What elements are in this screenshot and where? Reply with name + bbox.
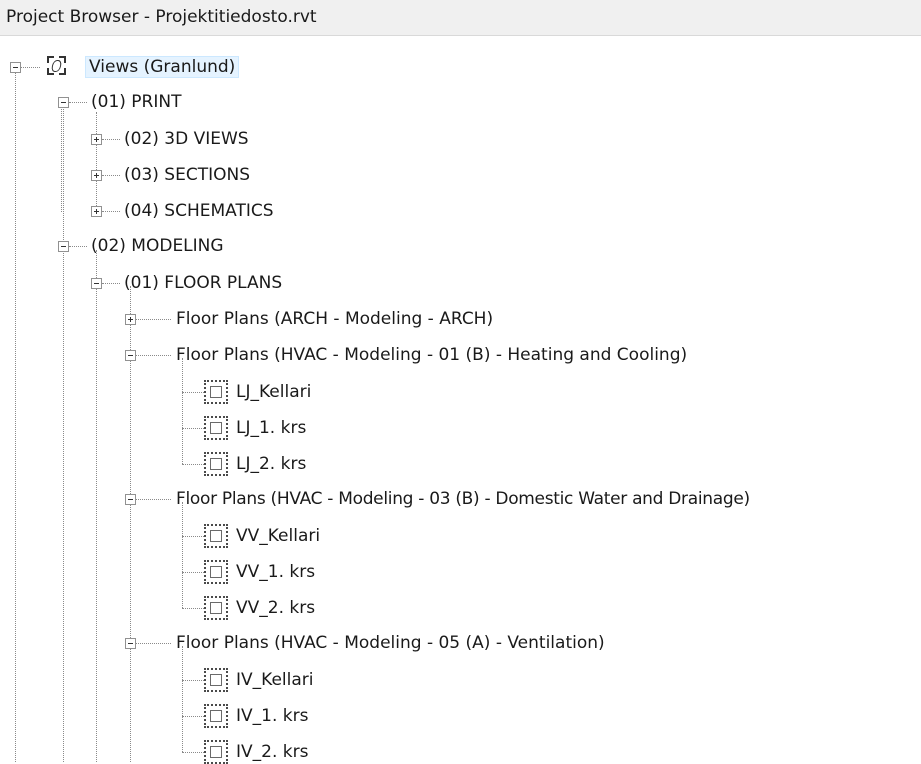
tree-node-label: Views (Granlund) (84, 56, 240, 78)
floor-plan-icon (204, 596, 228, 620)
tree-node-label: Floor Plans (HVAC - Modeling - 03 (B) - … (176, 489, 750, 509)
floor-plan-icon (204, 524, 228, 548)
tree-node-water-drainage-plans[interactable]: Floor Plans (HVAC - Modeling - 03 (B) - … (176, 489, 750, 509)
tree-node-label: Floor Plans (HVAC - Modeling - 05 (A) - … (176, 633, 605, 653)
view-label: LJ_1. krs (236, 418, 307, 438)
tree-line (182, 392, 204, 393)
tree-node-label: (02) MODELING (91, 236, 224, 256)
tree-line (182, 428, 204, 429)
view-lj-1-krs[interactable]: LJ_1. krs (236, 418, 306, 438)
tree-node-label: (01) PRINT (91, 92, 182, 112)
tree-line (61, 106, 62, 212)
collapse-toggle[interactable] (58, 97, 69, 108)
view-vv-2-krs[interactable]: VV_2. krs (236, 598, 315, 618)
collapse-toggle[interactable] (125, 350, 136, 361)
tree-line (136, 499, 171, 500)
tree-line (182, 536, 204, 537)
tree-node-arch-plans[interactable]: Floor Plans (ARCH - Modeling - ARCH) (176, 309, 493, 329)
collapse-toggle[interactable] (125, 494, 136, 505)
view-iv-2-krs[interactable]: IV_2. krs (236, 742, 308, 762)
window-title: Project Browser - Projektitiedosto.rvt (6, 7, 317, 27)
tree-node-label: (03) SECTIONS (124, 165, 250, 185)
view-label: IV_Kellari (236, 670, 314, 690)
floor-plan-icon (204, 380, 228, 404)
tree-node-views-root[interactable]: Views (Granlund) (84, 56, 240, 78)
expand-toggle[interactable] (91, 170, 102, 181)
view-label: IV_2. krs (236, 742, 309, 762)
tree-line (182, 646, 183, 752)
expand-toggle[interactable] (91, 134, 102, 145)
tree-node-label: (04) SCHEMATICS (124, 201, 274, 221)
tree-line (102, 139, 120, 140)
tree-line (182, 608, 204, 609)
view-lj-kellari[interactable]: LJ_Kellari (236, 382, 311, 402)
tree-line (182, 358, 183, 464)
tree-node-heating-cooling-plans[interactable]: Floor Plans (HVAC - Modeling - 01 (B) - … (176, 345, 687, 365)
floor-plan-icon (204, 704, 228, 728)
expand-toggle[interactable] (91, 206, 102, 217)
tree-line (63, 106, 64, 762)
collapse-toggle[interactable] (125, 638, 136, 649)
tree-node-label: (02) 3D VIEWS (124, 129, 249, 149)
tree-line (182, 572, 204, 573)
floor-plan-icon (204, 452, 228, 476)
tree-line (136, 319, 171, 320)
tree-node-ventilation-plans[interactable]: Floor Plans (HVAC - Modeling - 05 (A) - … (176, 633, 605, 653)
view-label: VV_1. krs (236, 562, 316, 582)
view-label: LJ_2. krs (236, 454, 307, 474)
tree-line (102, 211, 120, 212)
tree-line (96, 250, 97, 762)
tree-line (182, 752, 204, 753)
tree-node-schematics[interactable]: (04) SCHEMATICS (124, 201, 274, 221)
views-icon (47, 56, 66, 75)
tree-node-modeling[interactable]: (02) MODELING (91, 236, 224, 256)
collapse-toggle[interactable] (91, 278, 102, 289)
view-lj-2-krs[interactable]: LJ_2. krs (236, 454, 306, 474)
expand-toggle[interactable] (125, 314, 136, 325)
view-iv-1-krs[interactable]: IV_1. krs (236, 706, 308, 726)
tree-line (96, 112, 97, 212)
view-vv-kellari[interactable]: VV_Kellari (236, 526, 320, 546)
tree-line (182, 716, 204, 717)
tree-node-print[interactable]: (01) PRINT (91, 92, 181, 112)
tree-line (69, 102, 87, 103)
collapse-toggle[interactable] (58, 241, 69, 252)
view-label: LJ_Kellari (236, 382, 312, 402)
tree-line (15, 72, 16, 762)
tree-line (69, 246, 87, 247)
tree-line (182, 502, 183, 608)
tree-node-label: Floor Plans (ARCH - Modeling - ARCH) (176, 309, 494, 329)
tree-node-3d-views[interactable]: (02) 3D VIEWS (124, 129, 249, 149)
tree-line (182, 680, 204, 681)
tree-node-floor-plans[interactable]: (01) FLOOR PLANS (124, 273, 282, 293)
floor-plan-icon (204, 416, 228, 440)
floor-plan-icon (204, 668, 228, 692)
floor-plan-icon (204, 740, 228, 764)
tree-line (102, 175, 120, 176)
view-label: VV_2. krs (236, 598, 316, 618)
view-vv-1-krs[interactable]: VV_1. krs (236, 562, 315, 582)
tree-line (21, 67, 40, 68)
tree-node-label: Floor Plans (HVAC - Modeling - 01 (B) - … (176, 345, 688, 365)
view-label: VV_Kellari (236, 526, 321, 546)
view-iv-kellari[interactable]: IV_Kellari (236, 670, 313, 690)
tree-line (182, 464, 204, 465)
tree-line (136, 643, 171, 644)
tree-node-label: (01) FLOOR PLANS (124, 273, 283, 293)
floor-plan-icon (204, 560, 228, 584)
collapse-toggle[interactable] (10, 62, 21, 73)
view-label: IV_1. krs (236, 706, 309, 726)
project-browser-title-bar: Project Browser - Projektitiedosto.rvt (0, 0, 921, 36)
tree-line (102, 283, 120, 284)
tree-line (136, 355, 171, 356)
tree-node-sections[interactable]: (03) SECTIONS (124, 165, 250, 185)
